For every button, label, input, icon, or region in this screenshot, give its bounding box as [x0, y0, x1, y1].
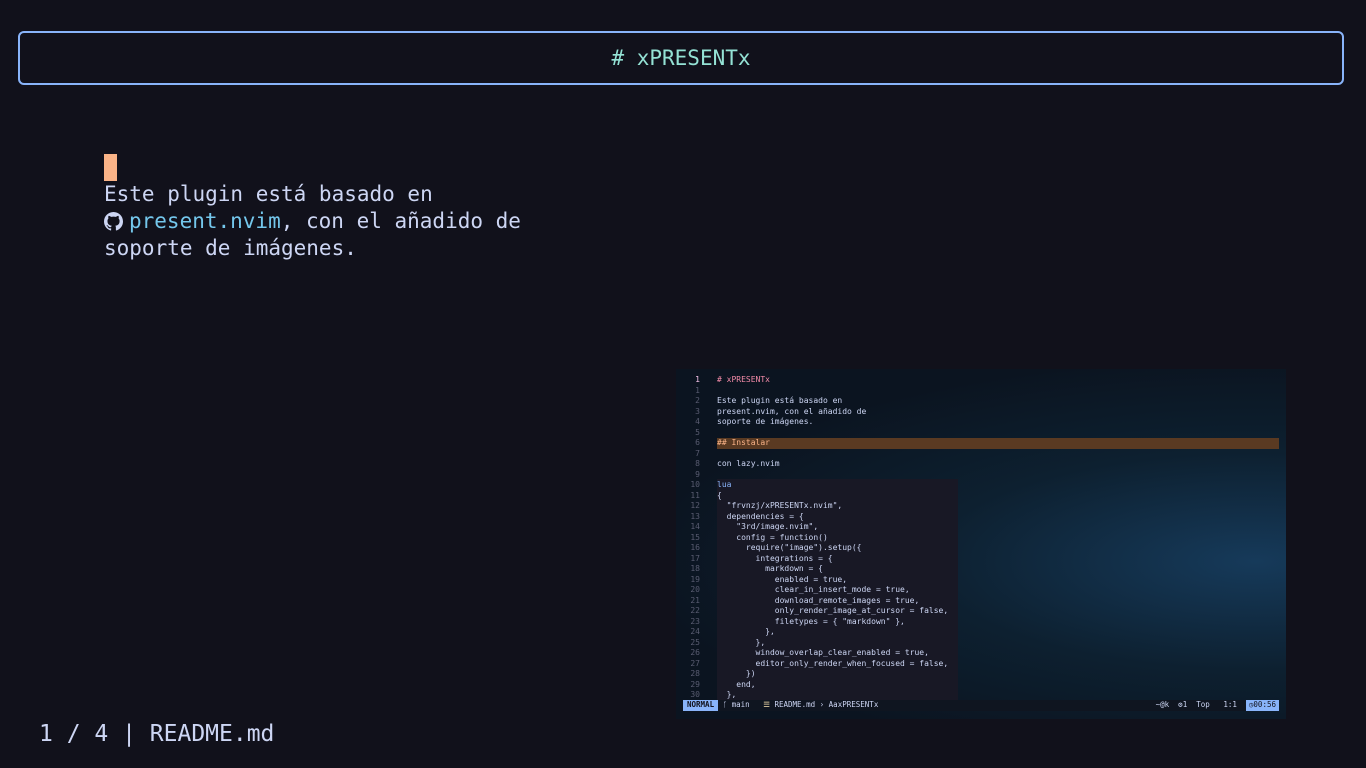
- line-number: 21: [690, 595, 700, 605]
- code-line: markdown = {: [717, 564, 823, 573]
- line-number: 22: [690, 606, 700, 615]
- code-line: window_overlap_clear_enabled = true,: [717, 648, 929, 657]
- code-line: download_remote_images = true,: [717, 595, 920, 605]
- line-number: 12: [690, 501, 700, 510]
- code-line: soporte de imágenes.: [717, 417, 814, 426]
- line-number: 18: [690, 564, 700, 573]
- line-number: 4: [695, 417, 700, 426]
- scroll-position: Top: [1196, 700, 1210, 710]
- line-number: 25: [690, 637, 700, 647]
- code-line: clear_in_insert_mode = true,: [717, 585, 910, 594]
- lsp-icon: ⚙: [1169, 700, 1183, 710]
- code-line: filetypes = { "markdown" },: [717, 616, 905, 626]
- text-cursor: [104, 154, 117, 181]
- code-line: enabled = true,: [717, 574, 848, 584]
- file-icon: ☰: [763, 700, 775, 710]
- code-line: editor_only_render_when_focused = false,: [717, 658, 949, 668]
- line-number: 6: [695, 438, 700, 447]
- cursor-position: 1:1: [1223, 700, 1237, 710]
- line-number: 24: [690, 627, 700, 636]
- code-line: present.nvim, con el añadido de: [717, 406, 867, 416]
- git-branch: main: [731, 700, 750, 710]
- symbol-breadcrumb: AaxPRESENTx: [828, 700, 879, 710]
- editor-screenshot: 1 1 2 3 4 5 6 7 8 9 10 11 12 13 14 15 16 17 18 19 20 21 22 23 24…: [676, 369, 1286, 719]
- file-name: README.md: [774, 700, 816, 710]
- line-number: 16: [690, 543, 700, 552]
- code-line: config = function(): [717, 532, 828, 542]
- line-number: 26: [690, 648, 700, 657]
- slide-title: # xPRESENTx: [611, 46, 751, 70]
- code-line: con lazy.nvim: [717, 459, 780, 468]
- line-number: 15: [690, 532, 700, 542]
- intro-line-1: Este plugin está basado en: [104, 182, 433, 206]
- line-number: 14: [690, 522, 700, 531]
- code-line: end,: [717, 679, 756, 689]
- line-number: 9: [695, 469, 700, 479]
- intro-line-2-rest: , con el añadido de: [280, 209, 521, 233]
- line-number: 1: [695, 375, 700, 384]
- intro-line-3: soporte de imágenes.: [104, 236, 357, 260]
- code-line: },: [717, 637, 766, 647]
- code-line: ## Instalar: [717, 438, 1279, 449]
- github-icon: [104, 211, 123, 238]
- line-number: 30: [690, 690, 700, 699]
- code-line: require("image").setup({: [717, 543, 862, 552]
- editor-buffer: # xPRESENTx Este plugin está basado en pre…: [717, 375, 1279, 701]
- code-line: "3rd/image.nvim",: [717, 522, 819, 531]
- line-number: 19: [690, 574, 700, 584]
- session-time-value: 00:56: [1253, 700, 1276, 710]
- line-number-gutter: 1 1 2 3 4 5 6 7 8 9 10 11 12 13 14 15 16 17 18 19 20 21 22 23 24…: [676, 375, 704, 701]
- line-number: 11: [690, 490, 700, 500]
- line-number: 28: [690, 669, 700, 678]
- intro-line-2: present.nvim, con el añadido de: [104, 208, 521, 235]
- line-number: 10: [690, 480, 700, 489]
- code-line: Este plugin está basado en: [717, 396, 843, 405]
- present-nvim-link[interactable]: present.nvim: [129, 209, 281, 233]
- intro-paragraph: Este plugin está basado en present.nvim,…: [104, 181, 521, 262]
- slide-footer: 1 / 4 | README.md: [39, 721, 275, 747]
- line-number: 23: [690, 616, 700, 626]
- line-number: 17: [690, 553, 700, 563]
- line-number: 13: [690, 511, 700, 521]
- line-number: 20: [690, 585, 700, 594]
- code-line: "frvnzj/xPRESENTx.nvim",: [717, 501, 843, 510]
- mode-indicator: NORMAL: [683, 700, 719, 711]
- line-number: 7: [695, 448, 700, 458]
- line-number: 8: [695, 459, 700, 468]
- branch-icon: ᚴ: [718, 700, 732, 710]
- code-line: dependencies = {: [717, 511, 804, 521]
- line-number: 5: [695, 427, 700, 437]
- line-number: 2: [695, 396, 700, 405]
- session-time: ◷00:56: [1245, 700, 1279, 711]
- code-line: lua: [717, 480, 732, 489]
- code-line: },: [717, 627, 775, 636]
- code-line: },: [717, 690, 737, 699]
- recording-keys: ~@k: [1155, 700, 1170, 710]
- code-line: {: [717, 490, 722, 500]
- line-number: 27: [690, 658, 700, 668]
- code-line: # xPRESENTx: [717, 375, 770, 384]
- code-line: integrations = {: [717, 553, 833, 563]
- line-number: 3: [695, 406, 700, 416]
- slide-title-box: # xPRESENTx: [18, 31, 1344, 85]
- code-line: }): [717, 669, 756, 678]
- code-line: only_render_image_at_cursor = false,: [717, 606, 949, 615]
- statusline: NORMAL ᚴ main ☰ README.md › AaxPRESENTx …: [683, 700, 1279, 711]
- line-number: 1: [695, 385, 700, 395]
- chevron-right-icon: ›: [815, 700, 829, 710]
- line-number: 29: [690, 679, 700, 689]
